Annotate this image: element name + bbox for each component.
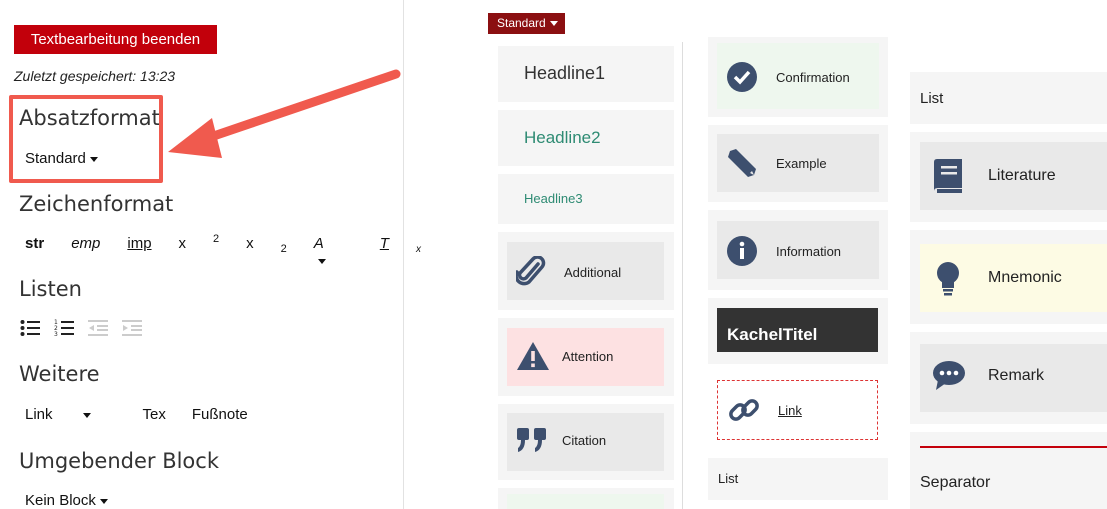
kacheltitel-label: KachelTitel <box>717 308 878 352</box>
subscript-base: x <box>246 235 254 252</box>
style-separator-tile[interactable]: Separator <box>910 432 1107 509</box>
style-information-tile[interactable]: Information <box>708 210 888 290</box>
style-next-tile[interactable] <box>498 488 674 509</box>
style-attention-tile[interactable]: Attention <box>498 318 674 396</box>
annotation-highlight-box <box>9 95 163 183</box>
footnote-button[interactable]: Fußnote <box>192 406 248 423</box>
list-buttons: 1 2 3 <box>20 318 156 338</box>
style-literature-tile[interactable]: Literature <box>910 132 1107 222</box>
link-dropdown[interactable]: Link <box>25 406 117 423</box>
style-mnemonic: Mnemonic <box>932 260 1062 296</box>
warning-icon <box>517 342 549 370</box>
caret-down-icon <box>82 412 91 418</box>
superscript-base: x <box>178 235 187 252</box>
attention-label: Attention <box>562 348 614 364</box>
lists-title: Listen <box>19 277 82 301</box>
more-buttons: Link Tex Fußnote <box>25 406 274 423</box>
outdent-icon[interactable] <box>88 318 108 338</box>
literature-label: Literature <box>988 167 1056 184</box>
svg-text:3: 3 <box>54 331 58 338</box>
info-circle-icon <box>727 236 757 266</box>
style-additional-tile[interactable]: Additional <box>498 232 674 310</box>
surrounding-block-dropdown[interactable]: Kein Block <box>25 492 108 509</box>
headline1-label: Headline1 <box>524 63 606 83</box>
mnemonic-label: Mnemonic <box>988 269 1062 286</box>
character-format-title: Zeichenformat <box>19 192 174 216</box>
style-mnemonic-tile[interactable]: Mnemonic <box>910 230 1107 324</box>
chain-link-icon <box>729 399 759 421</box>
list-label: List <box>920 90 944 107</box>
standard-dropdown[interactable]: Standard <box>488 13 565 34</box>
citation-label: Citation <box>562 432 607 448</box>
style-citation-tile[interactable]: Citation <box>498 404 674 480</box>
style-additional: Additional <box>516 256 621 288</box>
style-list-tile[interactable]: List <box>910 72 1107 124</box>
standard-dropdown-label: Standard <box>497 16 546 30</box>
speech-bubble-icon <box>933 361 965 390</box>
character-format-buttons: str emp imp x2 x2 A Tx <box>25 233 448 269</box>
pencil-icon <box>728 149 756 177</box>
link-dropdown-label: Link <box>25 406 53 423</box>
link-label: Link <box>778 402 802 418</box>
style-remark-tile[interactable]: Remark <box>910 332 1107 424</box>
additional-label: Additional <box>564 264 622 280</box>
superscript-mark: 2 <box>213 233 220 245</box>
style-citation: Citation <box>516 426 606 454</box>
caret-down-icon <box>549 21 558 27</box>
separator-line <box>920 446 1107 448</box>
style-example: Example <box>726 147 827 179</box>
check-circle-icon <box>727 62 757 92</box>
style-example-tile[interactable]: Example <box>708 125 888 202</box>
indent-icon[interactable] <box>122 318 142 338</box>
quote-icon <box>517 428 546 452</box>
style-headline2[interactable]: Headline2 <box>498 110 674 166</box>
subscript-button[interactable]: x2 <box>246 235 287 255</box>
example-label: Example <box>776 155 827 171</box>
next-tile-box <box>507 494 664 509</box>
annotation-arrow-icon <box>168 69 401 158</box>
link-box: Link <box>717 380 878 440</box>
style-confirmation-tile[interactable]: Confirmation <box>708 37 888 117</box>
caret-down-icon <box>99 498 108 504</box>
important-button[interactable]: imp <box>127 235 151 252</box>
style-confirmation: Confirmation <box>726 61 850 93</box>
numbered-list-icon[interactable]: 1 2 3 <box>54 318 74 338</box>
more-title: Weitere <box>19 362 100 386</box>
superscript-button[interactable]: x2 <box>179 233 220 252</box>
font-color-dropdown[interactable]: A <box>314 235 353 269</box>
style-literature: Literature <box>932 158 1056 194</box>
clear-format-label: T <box>379 235 389 252</box>
separator-label: Separator <box>920 474 991 491</box>
bullet-list-icon[interactable] <box>20 318 40 338</box>
strong-button[interactable]: str <box>25 235 44 252</box>
style-attention: Attention <box>516 341 613 371</box>
surrounding-block-value: Kein Block <box>25 492 96 509</box>
style-list-tile-2[interactable]: List <box>708 458 888 500</box>
remark-label: Remark <box>988 367 1045 384</box>
clear-format-button[interactable]: Tx <box>380 235 421 255</box>
end-text-editing-button[interactable]: Textbearbeitung beenden <box>14 25 217 54</box>
style-headline3[interactable]: Headline3 <box>498 174 674 224</box>
information-label: Information <box>776 243 842 259</box>
style-link: Link <box>728 394 802 426</box>
paperclip-icon <box>516 256 546 286</box>
headline3-label: Headline3 <box>524 191 583 206</box>
style-remark: Remark <box>932 360 1044 392</box>
caret-down-icon <box>317 258 326 264</box>
last-saved-text: Zuletzt gespeichert: 13:23 <box>14 68 176 84</box>
lightbulb-icon <box>937 262 959 296</box>
tex-button[interactable]: Tex <box>143 406 166 423</box>
clear-format-sub: x <box>415 244 421 255</box>
list-label-2: List <box>718 471 739 486</box>
style-information: Information <box>726 235 841 267</box>
confirmation-label: Confirmation <box>776 69 850 85</box>
surrounding-block-title: Umgebender Block <box>19 449 219 473</box>
headline2-label: Headline2 <box>524 128 601 147</box>
emphasis-button[interactable]: emp <box>71 235 100 252</box>
subscript-mark: 2 <box>280 243 287 255</box>
style-headline1[interactable]: Headline1 <box>498 46 674 102</box>
book-icon <box>934 159 962 193</box>
font-color-label: A <box>313 235 324 252</box>
